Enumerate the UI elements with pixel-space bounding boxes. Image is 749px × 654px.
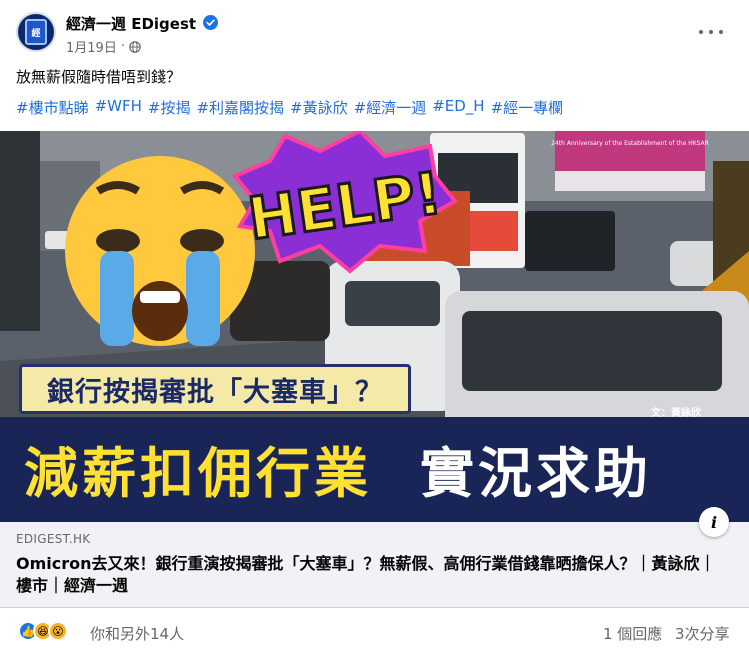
reaction-count[interactable]: 你和另外14人 [90,623,184,644]
comment-count[interactable]: 1 個回應 [603,623,662,644]
hashtag-link[interactable]: #利嘉閣按揭 [196,97,284,118]
headline-white: 實況求助 [420,442,652,505]
meta-separator: · [120,39,125,54]
hashtag-link[interactable]: #WFH [95,97,142,118]
reaction-icons[interactable]: 👍 😆 😮 [18,621,68,641]
post-image[interactable]: 24th Anniversary of the Establishment of… [0,131,749,522]
verified-badge-icon [203,15,218,30]
hashtag-list: #樓市點睇 #WFH #按揭 #利嘉閣按揭 #黃詠欣 #經濟一週 #ED_H #… [16,97,563,118]
wow-reaction-icon: 😮 [48,621,68,641]
avatar-logo: 經 [25,19,47,45]
link-domain: EDIGEST.HK [16,532,91,546]
hashtag-link[interactable]: #按揭 [148,97,191,118]
page-name[interactable]: 經濟一週 EDigest [66,13,196,34]
subheadline-box: 銀行按揭審批「大塞車」？ [19,364,411,414]
hashtag-link[interactable]: #經一專欄 [491,97,564,118]
headline-yellow: 減薪扣佣行業 [24,442,372,505]
globe-icon [129,40,141,53]
more-options-icon[interactable] [699,24,723,40]
post-meta: 1月19日 · [66,37,141,56]
hashtag-link[interactable]: #經濟一週 [354,97,427,118]
post-text: 放無薪假隨時借唔到錢？ [16,68,182,86]
page-avatar[interactable]: 經 [16,12,56,52]
info-icon[interactable]: i [699,507,729,537]
billboard-text: 24th Anniversary of the Establishment of… [551,140,709,147]
facebook-post: 經 經濟一週 EDigest 1月19日 · 放無薪假隨時借唔到錢？ #樓市點睇… [0,0,749,654]
link-title[interactable]: Omicron去又來！銀行重演按揭審批「大塞車」？無薪假、高佣行業借錢靠晒擔保人… [16,553,726,597]
hashtag-link[interactable]: #樓市點睇 [16,97,89,118]
post-date[interactable]: 1月19日 [66,37,117,56]
hashtag-link[interactable]: #黃詠欣 [290,97,348,118]
hashtag-link[interactable]: #ED_H [432,97,484,118]
share-count[interactable]: 3次分享 [675,623,730,644]
